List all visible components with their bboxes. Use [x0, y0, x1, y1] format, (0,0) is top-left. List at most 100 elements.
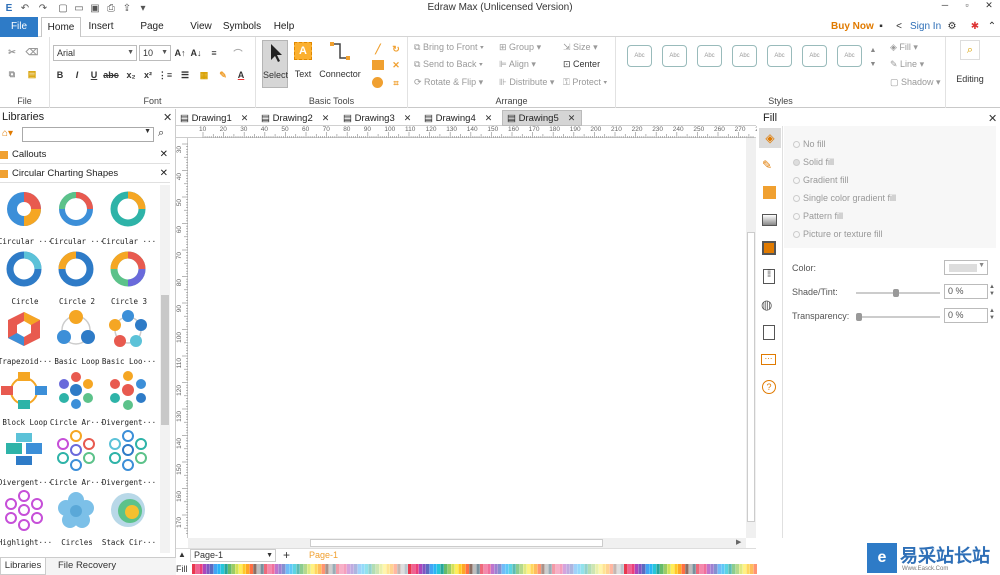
vertical-scrollbar-thumb[interactable] [747, 232, 755, 522]
group-button[interactable]: ⊞ Group ▾ [499, 42, 541, 53]
style-preset-7[interactable]: Abc [837, 45, 862, 67]
close-tab-icon[interactable]: ✕ [241, 113, 249, 124]
close-tab-icon[interactable]: ✕ [322, 113, 330, 124]
editing-label[interactable]: Editing [946, 74, 994, 84]
minimize-button[interactable]: ─ [934, 0, 956, 14]
menu-file[interactable]: File [0, 17, 38, 37]
shape-basic-loop[interactable]: Basic Loop [52, 309, 104, 369]
shape-divergent-2[interactable]: Divergent··· [0, 430, 52, 490]
close-tab-icon[interactable]: ✕ [404, 113, 412, 124]
shade-tint-slider[interactable] [856, 289, 940, 297]
scroll-right-icon[interactable]: ▶ [736, 538, 741, 546]
bring-to-front-button[interactable]: ⧉ Bring to Front ▾ [414, 42, 484, 53]
wrap-text-icon[interactable]: ⌒ [231, 46, 245, 60]
tab-file-recovery[interactable]: File Recovery [58, 558, 116, 575]
align-button[interactable]: ⊫ Align ▾ [499, 59, 536, 70]
doc-tab-drawing3[interactable]: ▤ Drawing3 ✕ [339, 110, 417, 126]
style-preset-4[interactable]: Abc [732, 45, 757, 67]
shape-circular-3[interactable]: Circular ··· [102, 189, 156, 249]
format-painter-icon[interactable]: ⌫ [25, 45, 39, 59]
shape-divergent-1[interactable]: Divergent··· [102, 370, 156, 430]
close-fill-panel-icon[interactable]: ✕ [988, 112, 997, 125]
highlight-icon[interactable]: ✎ [216, 68, 230, 82]
add-page-icon[interactable]: + [283, 548, 290, 562]
shape-circle[interactable]: Circle [0, 249, 52, 309]
bold-icon[interactable]: B [53, 68, 67, 82]
paste-icon[interactable]: ▤ [25, 67, 39, 81]
select-tool-button[interactable]: Select [262, 40, 288, 88]
text-background-icon[interactable]: ▦ [197, 68, 211, 82]
style-preset-1[interactable]: Abc [627, 45, 652, 67]
menu-tab-symbols[interactable]: Symbols [222, 17, 262, 37]
font-name-select[interactable]: Arial ▼ [53, 45, 137, 61]
menu-tab-page-layout[interactable]: Page Layout [124, 17, 180, 52]
layers-icon[interactable] [762, 241, 776, 255]
shape-stack-circles[interactable]: Stack Cir··· [102, 490, 156, 550]
shape-fill-icon[interactable] [763, 186, 776, 199]
color-picker[interactable]: ▼ [944, 260, 988, 275]
cross-tool-icon[interactable]: ✕ [389, 58, 403, 72]
page-tab-page1[interactable]: Page-1 [309, 550, 338, 560]
shape-block-loop[interactable]: Block Loop [0, 370, 52, 430]
shrink-font-icon[interactable]: A↓ [189, 46, 203, 60]
distribute-button[interactable]: ⊪ Distribute ▾ [499, 77, 554, 88]
close-section-icon[interactable]: ✕ [160, 146, 168, 164]
theme-icon[interactable]: ✱ [968, 17, 982, 37]
option-gradient-fill[interactable]: Gradient fill [803, 175, 849, 185]
doc-tab-drawing2[interactable]: ▤ Drawing2 ✕ [257, 110, 335, 126]
close-tab-icon[interactable]: ✕ [485, 113, 493, 124]
comment-icon[interactable]: ⋯ [761, 354, 776, 365]
page-select[interactable]: Page-1 ▼ [190, 549, 276, 562]
option-picture-fill[interactable]: Picture or texture fill [803, 229, 883, 239]
shadow-dropdown[interactable]: ▢ Shadow ▾ [890, 77, 941, 88]
copy-icon[interactable]: ⧉ [5, 67, 19, 81]
settings-gear-icon[interactable]: ⚙ [945, 17, 959, 37]
shape-basic-loop-2[interactable]: Basic Loo··· [102, 309, 156, 369]
ribbon-collapse-icon[interactable]: ⌃ [986, 17, 998, 37]
shape-circle-3[interactable]: Circle 3 [104, 249, 156, 309]
style-preset-2[interactable]: Abc [662, 45, 687, 67]
shade-spinner-icon[interactable]: ▲ ▼ [989, 284, 997, 299]
style-preset-6[interactable]: Abc [802, 45, 827, 67]
styles-scroll-up-icon[interactable]: ▲ [866, 43, 880, 57]
cut-icon[interactable]: ✂ [5, 45, 19, 59]
arc-tool-icon[interactable]: ↻ [389, 42, 403, 56]
grow-font-icon[interactable]: A↑ [173, 46, 187, 60]
option-solid-fill[interactable]: Solid fill [803, 157, 834, 167]
line-dropdown[interactable]: ✎ Line ▾ [890, 59, 924, 70]
shade-tint-input[interactable]: 0 % [944, 284, 988, 299]
shape-trapezoid[interactable]: Trapezoid··· [0, 309, 52, 369]
doc-tab-drawing5-active[interactable]: ▤ Drawing5 ✕ [502, 110, 582, 126]
radio-gradient-fill[interactable] [793, 177, 800, 184]
shape-circle-arrows[interactable]: Circle Ar··· [50, 370, 104, 430]
sign-in-link[interactable]: Sign In [910, 17, 941, 37]
transparency-slider-thumb[interactable] [856, 313, 862, 321]
shape-highlight[interactable]: Highlight··· [0, 490, 52, 550]
option-pattern-fill[interactable]: Pattern fill [803, 211, 843, 221]
library-section-callouts[interactable]: Callouts ✕ [0, 146, 170, 164]
library-scrollbar-thumb[interactable] [161, 295, 169, 425]
cart-icon[interactable]: ▪ [875, 17, 887, 37]
shape-circular-2[interactable]: Circular ··· [50, 189, 104, 249]
bullets-icon[interactable]: ☰ [178, 68, 192, 82]
shape-circular-1[interactable]: Circular ··· [0, 189, 52, 249]
protect-button[interactable]: ⚿ Protect ▾ [563, 77, 607, 88]
canvas-horizontal-scrollbar[interactable]: ▶ [188, 538, 746, 548]
page-setup-icon[interactable]: ≡ ≡ [763, 269, 775, 284]
help-icon[interactable]: ? [762, 380, 776, 394]
font-size-select[interactable]: 10 ▼ [139, 45, 171, 61]
library-search-input[interactable]: ▼ [22, 127, 154, 142]
buy-now-link[interactable]: Buy Now [831, 17, 874, 37]
text-tool-button[interactable]: A Text [292, 40, 314, 88]
globe-icon[interactable]: ◍ [761, 297, 772, 313]
style-preset-5[interactable]: Abc [767, 45, 792, 67]
italic-icon[interactable]: I [70, 68, 84, 82]
close-tab-icon[interactable]: ✕ [568, 113, 576, 124]
line-tool-icon[interactable]: ╱ [371, 42, 385, 56]
radio-pattern-fill[interactable] [793, 213, 800, 220]
subscript-icon[interactable]: x₂ [124, 68, 138, 82]
menu-tab-view[interactable]: View [189, 17, 213, 37]
doc-tab-drawing1[interactable]: ▤ Drawing1 ✕ [176, 110, 254, 126]
align-text-icon[interactable]: ≡ [207, 46, 221, 60]
line-spacing-icon[interactable]: ⋮≡ [158, 68, 172, 82]
